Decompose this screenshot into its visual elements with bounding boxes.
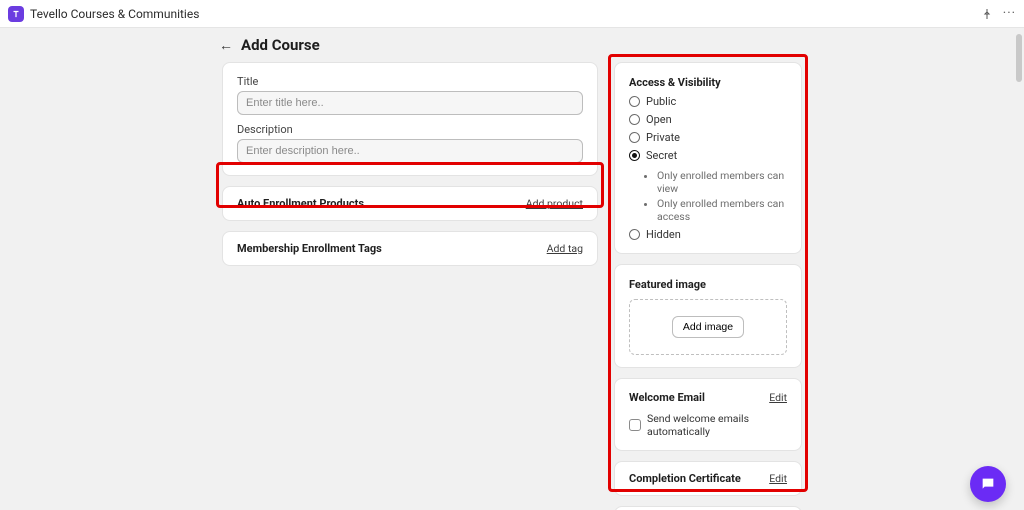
auto-enroll-card: Auto Enrollment Products Add product (222, 186, 598, 221)
back-arrow-icon[interactable]: ← (219, 37, 233, 54)
welcome-checkbox-label: Send welcome emails automatically (647, 412, 787, 438)
membership-tags-card: Membership Enrollment Tags Add tag (222, 231, 598, 266)
chat-fab[interactable] (970, 466, 1006, 502)
linked-community-card: Linked Community ▴▾ (614, 506, 802, 510)
title-label: Title (237, 75, 583, 88)
access-card: Access & Visibility Public Open Priva (614, 62, 802, 254)
add-tag-link[interactable]: Add tag (547, 242, 583, 255)
scrollbar[interactable] (1016, 34, 1022, 82)
add-product-link[interactable]: Add product (526, 197, 583, 210)
radio-hidden[interactable]: Hidden (629, 228, 787, 241)
basic-info-card: Title Description (222, 62, 598, 176)
chat-icon (980, 476, 996, 492)
radio-secret[interactable]: Secret (629, 149, 787, 162)
radio-open[interactable]: Open (629, 113, 787, 126)
description-label: Description (237, 123, 583, 136)
completion-title: Completion Certificate (629, 472, 741, 485)
secret-note-access: Only enrolled members can access (657, 197, 787, 223)
pin-icon[interactable] (981, 8, 993, 20)
access-title: Access & Visibility (629, 76, 721, 89)
radio-private-label: Private (646, 131, 680, 144)
membership-title: Membership Enrollment Tags (237, 242, 382, 255)
secret-note-view: Only enrolled members can view (657, 169, 787, 195)
app-title: Tevello Courses & Communities (30, 7, 199, 21)
completion-cert-card: Completion Certificate Edit (614, 461, 802, 496)
radio-public-label: Public (646, 95, 676, 108)
completion-edit-link[interactable]: Edit (769, 472, 787, 485)
more-icon[interactable]: ··· (1003, 6, 1016, 21)
featured-image-card: Featured image Add image (614, 264, 802, 368)
image-dropzone[interactable]: Add image (629, 299, 787, 355)
radio-public[interactable]: Public (629, 95, 787, 108)
description-input[interactable] (237, 139, 583, 163)
welcome-checkbox[interactable] (629, 419, 641, 431)
topbar: Tevello Courses & Communities ··· (0, 0, 1024, 28)
secret-notes: Only enrolled members can view Only enro… (657, 167, 787, 223)
radio-private[interactable]: Private (629, 131, 787, 144)
radio-open-label: Open (646, 113, 672, 126)
welcome-title: Welcome Email (629, 391, 705, 404)
page-title: Add Course (241, 36, 320, 54)
featured-title: Featured image (629, 278, 706, 291)
app-icon (8, 6, 24, 22)
add-image-button[interactable]: Add image (672, 316, 744, 338)
auto-enroll-title: Auto Enrollment Products (237, 197, 364, 210)
welcome-checkbox-row[interactable]: Send welcome emails automatically (629, 412, 787, 438)
form-columns: Title Description Auto Enrollment Produc… (222, 62, 802, 510)
radio-hidden-label: Hidden (646, 228, 681, 241)
title-input[interactable] (237, 91, 583, 115)
welcome-edit-link[interactable]: Edit (769, 391, 787, 404)
welcome-email-card: Welcome Email Edit Send welcome emails a… (614, 378, 802, 451)
radio-secret-label: Secret (646, 149, 677, 162)
